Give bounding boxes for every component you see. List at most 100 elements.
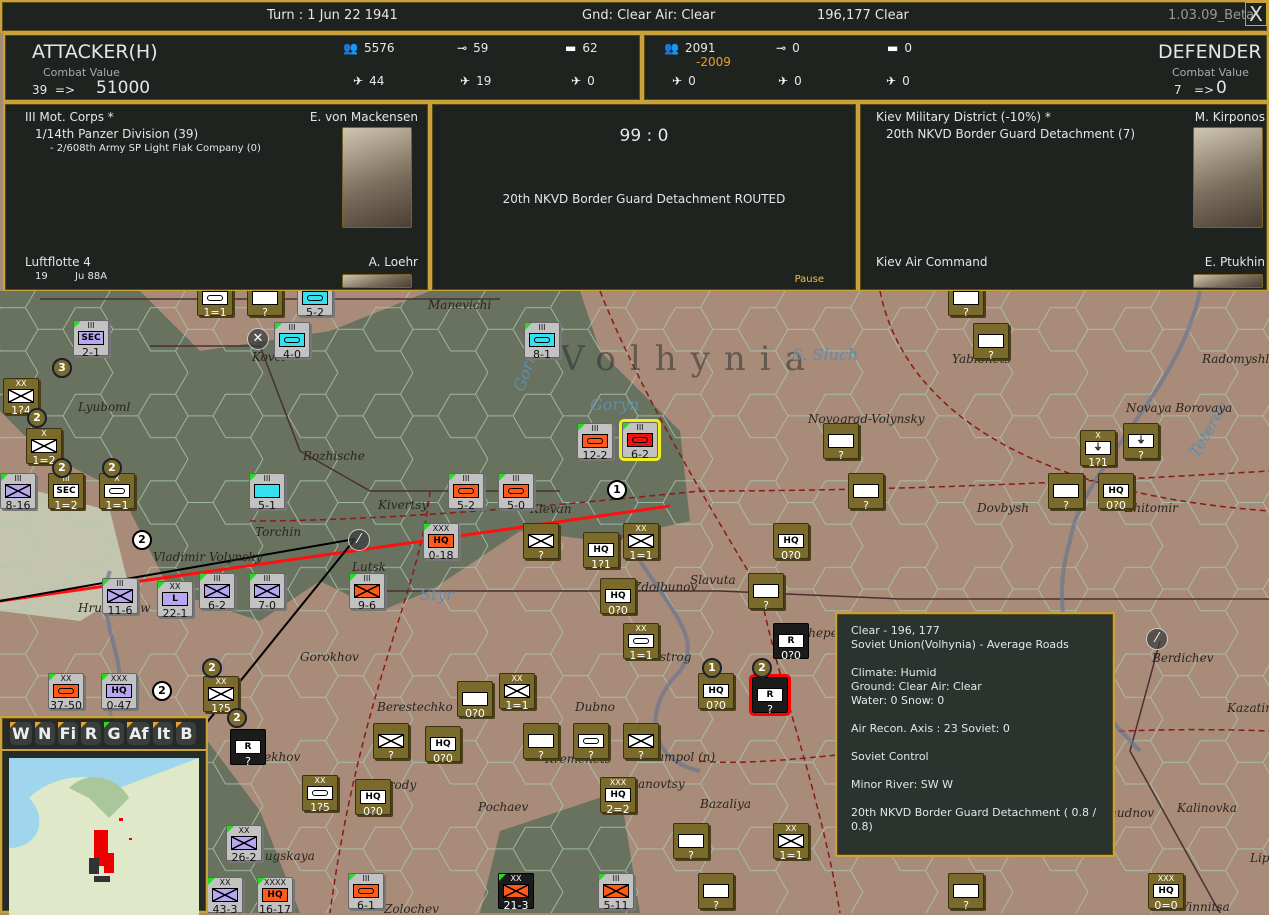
unit-counter[interactable]: 1=1 xyxy=(197,291,233,318)
unit-echelon xyxy=(1124,425,1158,433)
front-tab-n[interactable]: N xyxy=(34,722,55,745)
unit-counter[interactable]: ⏚? xyxy=(1123,423,1159,461)
unit-counter[interactable]: III 6-2 xyxy=(199,573,235,611)
unit-symbol-infantry-icon xyxy=(231,836,257,850)
unit-counter[interactable]: ? xyxy=(823,423,859,461)
airfield-icon[interactable]: ⁄ xyxy=(1146,628,1168,650)
unit-echelon xyxy=(574,725,608,733)
unit-counter[interactable]: R? xyxy=(749,674,791,716)
unit-symbol-infantry-icon xyxy=(107,589,133,603)
unit-symbol-r-icon: R xyxy=(235,740,261,754)
unit-symbol-r-icon: R xyxy=(778,634,804,648)
unit-counter[interactable]: HQ 0?0 xyxy=(600,578,636,616)
unit-counter[interactable]: XXX HQ 0=0 xyxy=(1148,873,1184,911)
unit-counter[interactable]: XXXX HQ 16-17 xyxy=(257,877,293,913)
unit-counter[interactable]: ? xyxy=(1048,473,1084,511)
unit-counter[interactable]: III 9-6 xyxy=(349,573,385,611)
unit-counter[interactable]: III 6-1 xyxy=(348,873,384,911)
unit-counter[interactable]: ? xyxy=(623,723,659,761)
unit-counter[interactable]: R 0?0 xyxy=(773,623,809,661)
unit-counter[interactable]: III 6-2 xyxy=(619,419,661,461)
unit-counter[interactable]: XX 1?5 xyxy=(203,676,239,714)
unit-counter[interactable]: HQ 0?0 xyxy=(1098,473,1134,511)
combat-result-panel: 99 : 0 20th NKVD Border Guard Detachment… xyxy=(430,102,858,292)
town-label: Dubno xyxy=(575,700,615,714)
tooltip-line xyxy=(851,792,1099,806)
fighter-icon: ✈ xyxy=(353,74,364,88)
front-tab-r[interactable]: R xyxy=(81,722,102,745)
defender-unit: 20th NKVD Border Guard Detachment (7) xyxy=(886,127,1136,141)
unit-counter[interactable]: III 11-6 xyxy=(102,578,138,617)
unit-symbol-infantry-icon xyxy=(8,389,34,403)
unit-counter[interactable]: ? xyxy=(523,723,559,761)
unit-counter[interactable]: XXX HQ 0-18 xyxy=(423,523,459,561)
unit-strength: ? xyxy=(763,599,769,612)
defender-hq: Kiev Military District (-10%) * xyxy=(876,110,1051,124)
unit-counter[interactable]: ? xyxy=(523,523,559,561)
unit-counter[interactable]: 0?0 xyxy=(457,681,493,719)
unit-counter[interactable]: III 5-1 xyxy=(249,473,285,511)
unit-counter[interactable]: III 7-0 xyxy=(249,573,285,611)
unit-counter[interactable]: HQ 1?1 xyxy=(583,532,619,570)
airfield-icon[interactable]: ✕ xyxy=(247,328,269,350)
unit-counter[interactable]: XX 21-3 xyxy=(498,873,534,911)
unit-counter[interactable]: XX 1=1 xyxy=(773,823,809,861)
unit-counter[interactable]: XX 43-3 xyxy=(207,877,243,913)
unit-counter[interactable]: XXX HQ 0-47 xyxy=(101,673,137,711)
unit-counter[interactable]: III 12-2 xyxy=(577,423,613,461)
front-tab-af[interactable]: Af xyxy=(127,722,151,745)
unit-counter[interactable]: III SEC 2-1 xyxy=(73,320,109,358)
unit-counter[interactable]: III 5-11 xyxy=(598,873,634,912)
unit-counter[interactable]: III5-2 xyxy=(297,291,333,318)
unit-counter[interactable]: X ⏚ 1?1 xyxy=(1080,430,1116,468)
unit-counter[interactable]: HQ 0?0 xyxy=(425,726,461,765)
unit-strength: 4-0 xyxy=(283,348,301,361)
unit-counter[interactable]: ? xyxy=(948,291,984,318)
town-label: Vladimir Volynsky xyxy=(153,550,263,564)
front-tab-b[interactable]: B xyxy=(176,722,197,745)
unit-counter[interactable]: HQ 0?0 xyxy=(355,779,391,817)
front-tab-w[interactable]: W xyxy=(10,722,32,745)
unit-counter[interactable]: ? xyxy=(573,723,609,761)
unit-counter[interactable]: III 8-16 xyxy=(0,473,36,511)
unit-counter[interactable]: III 4-0 xyxy=(274,322,310,361)
unit-counter[interactable]: ? xyxy=(973,323,1009,361)
unit-counter[interactable]: ? xyxy=(748,573,784,612)
unit-counter[interactable]: ? xyxy=(948,873,984,911)
unit-counter[interactable]: ? xyxy=(673,823,709,861)
unit-counter[interactable]: ? xyxy=(373,723,409,761)
unit-counter[interactable]: ? xyxy=(848,473,884,511)
unit-counter[interactable]: III 5-0 xyxy=(498,473,534,511)
front-tab-g[interactable]: G xyxy=(104,722,125,745)
unit-counter[interactable]: XX L 22-1 xyxy=(157,581,193,619)
unit-counter[interactable]: III 8-1 xyxy=(524,322,560,360)
unit-counter[interactable]: HQ 0?0 xyxy=(773,523,809,561)
front-tabs: W N Fi R G Af It B xyxy=(2,718,206,751)
unit-counter[interactable]: HQ 0?0 xyxy=(698,673,734,711)
unit-echelon xyxy=(584,534,618,542)
unit-counter[interactable]: XXX HQ 2=2 xyxy=(600,777,636,815)
unit-counter[interactable]: X 1=1 xyxy=(99,473,135,511)
unit-counter[interactable]: XX 37-50 xyxy=(48,673,84,711)
pause-button[interactable]: Pause xyxy=(795,274,824,285)
unit-counter[interactable]: XX 1=1 xyxy=(499,673,535,711)
unit-strength: 11-6 xyxy=(107,604,133,617)
close-button[interactable]: X xyxy=(1245,2,1267,26)
front-tab-fi[interactable]: Fi xyxy=(57,722,79,745)
unit-counter[interactable]: R? xyxy=(230,729,266,767)
unit-strength: 5-11 xyxy=(603,899,629,912)
unit-counter[interactable]: ? xyxy=(247,291,283,318)
unit-counter[interactable]: III5-2 xyxy=(448,473,484,511)
unit-counter[interactable]: XX 1=1 xyxy=(623,523,659,561)
unit-counter[interactable]: XX 26-2 xyxy=(226,825,262,863)
unit-counter[interactable]: XX 1=1 xyxy=(623,623,659,661)
airfield-icon[interactable]: ⁄ xyxy=(348,529,370,551)
minimap[interactable] xyxy=(9,758,199,915)
unit-symbol-armor-icon xyxy=(307,786,333,800)
unit-counter[interactable]: ? xyxy=(698,873,734,911)
front-tab-it[interactable]: It xyxy=(153,722,174,745)
supply-flag-icon xyxy=(525,323,532,330)
unit-strength: 0?0 xyxy=(433,752,453,765)
unit-counter[interactable]: XX 1?5 xyxy=(302,775,338,813)
unit-counter[interactable]: III SEC 1=2 xyxy=(48,473,84,511)
